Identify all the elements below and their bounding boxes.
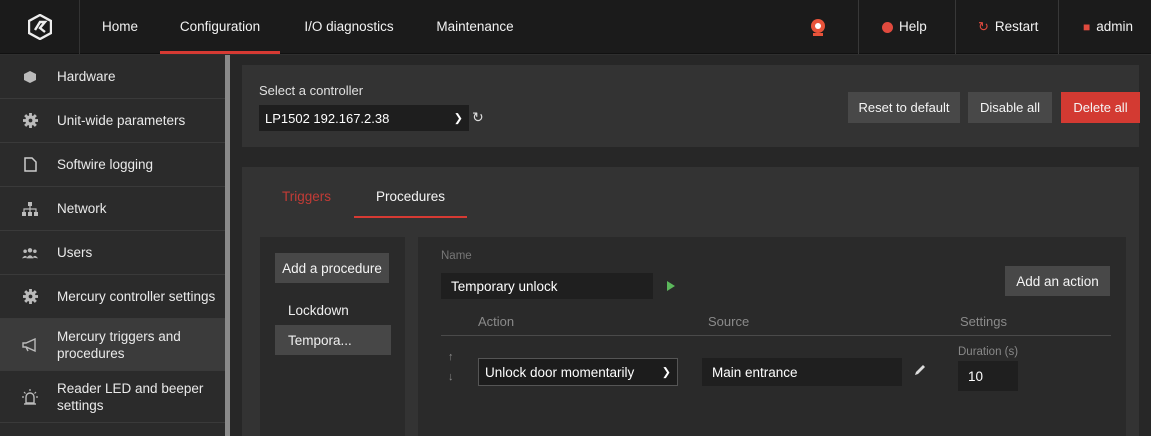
move-up-icon[interactable]: ↑ [448, 351, 454, 363]
sidebar-item-hardware[interactable]: Hardware [0, 55, 225, 99]
siren-icon [22, 388, 38, 405]
sidebar-item-mercury-controller-settings[interactable]: Mercury controller settings [0, 275, 225, 319]
user-icon: ■ [1083, 20, 1091, 34]
cube-icon [22, 69, 38, 85]
nav-configuration[interactable]: Configuration [160, 0, 280, 54]
delete-all-button[interactable]: Delete all [1061, 92, 1140, 123]
procedures-panel: Triggers Procedures Add a procedure Lock… [242, 167, 1139, 436]
list-item-selected[interactable]: Tempora... [275, 325, 391, 355]
gear-icon [22, 113, 38, 129]
users-icon [22, 245, 38, 261]
chevron-down-icon: ❯ [453, 112, 463, 125]
sidebar-item-softwire-logging[interactable]: Softwire logging [0, 143, 225, 187]
sidebar-item-mercury-triggers[interactable]: Mercury triggers and procedures [0, 319, 225, 371]
restart-icon: ↻ [978, 19, 989, 34]
top-navbar: Home Configuration I/O diagnostics Maint… [0, 0, 1151, 54]
select-controller-label: Select a controller [259, 83, 364, 98]
disable-all-button[interactable]: Disable all [968, 92, 1052, 123]
restart-link[interactable]: ↻ Restart [978, 0, 1038, 54]
tab-procedures[interactable]: Procedures [353, 189, 468, 218]
tab-triggers[interactable]: Triggers [282, 189, 331, 216]
reset-to-default-button[interactable]: Reset to default [848, 92, 960, 123]
refresh-icon[interactable]: ↻ [472, 109, 486, 127]
help-link[interactable]: Help [882, 0, 927, 54]
add-procedure-button[interactable]: Add a procedure [275, 253, 389, 283]
edit-pencil-icon[interactable] [914, 363, 928, 377]
duration-label: Duration (s) [958, 346, 1019, 358]
sidebar-item-network[interactable]: Network [0, 187, 225, 231]
megaphone-icon [22, 337, 38, 353]
nav-io-diagnostics[interactable]: I/O diagnostics [288, 0, 410, 54]
add-action-button[interactable]: Add an action [1005, 266, 1110, 296]
file-icon [22, 157, 38, 173]
procedure-detail: Name Temporary unlock Add an action Acti… [418, 237, 1126, 436]
play-icon[interactable] [667, 279, 677, 291]
alarm-icon[interactable] [808, 17, 828, 37]
duration-input[interactable]: 10 [958, 361, 1018, 391]
logo[interactable] [0, 0, 80, 54]
column-source: Source [708, 314, 750, 329]
nav-maintenance[interactable]: Maintenance [425, 0, 525, 54]
list-item[interactable]: Lockdown [275, 295, 391, 325]
gear-icon [22, 289, 38, 305]
controller-panel: Select a controller LP1502 192.167.2.38 … [242, 65, 1140, 147]
procedure-name-input[interactable]: Temporary unlock [441, 273, 653, 299]
network-icon [22, 201, 38, 217]
source-field[interactable]: Main entrance [702, 358, 902, 386]
move-down-icon[interactable]: ↓ [448, 371, 454, 383]
column-settings: Settings [960, 314, 1007, 329]
sidebar-item-users[interactable]: Users [0, 231, 225, 275]
help-icon [882, 21, 893, 33]
main-content: Select a controller LP1502 192.167.2.38 … [230, 55, 1151, 436]
nav-home[interactable]: Home [80, 0, 160, 54]
sidebar-item-reader-led[interactable]: Reader LED and beeper settings [0, 371, 225, 423]
sidebar-item-unit-wide-parameters[interactable]: Unit-wide parameters [0, 99, 225, 143]
sidebar: Hardware Unit-wide parameters Softwire l… [0, 55, 225, 436]
procedure-list: Add a procedure Lockdown Tempora... [260, 237, 405, 436]
controller-select[interactable]: LP1502 192.167.2.38 ❯ [259, 105, 469, 131]
column-action: Action [478, 314, 515, 329]
name-label: Name [441, 250, 472, 262]
table-divider [441, 335, 1111, 336]
user-menu[interactable]: ■ admin [1083, 0, 1133, 54]
chevron-down-icon: ❯ [661, 366, 671, 379]
action-select[interactable]: Unlock door momentarily ❯ [478, 358, 678, 386]
brand-logo-icon [27, 14, 52, 40]
